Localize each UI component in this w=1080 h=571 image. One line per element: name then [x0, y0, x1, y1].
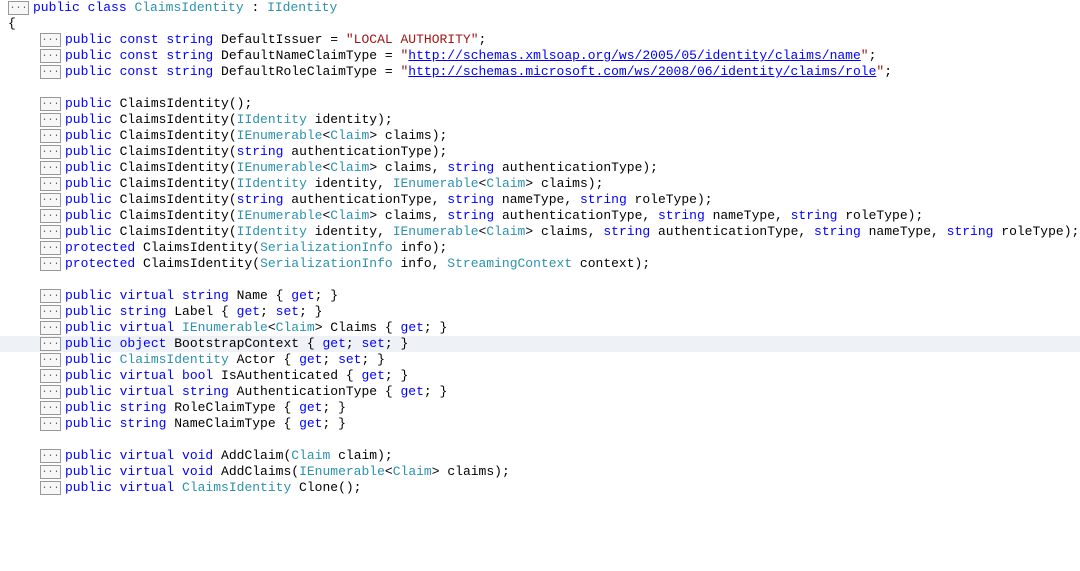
code-line: public const string DefaultRoleClaimType… [0, 64, 1080, 80]
code-line: public ClaimsIdentity(string authenticat… [0, 144, 1080, 160]
code-line: public object BootstrapContext { get; se… [0, 336, 1080, 352]
fold-toggle[interactable] [40, 337, 61, 351]
code-line: public virtual bool IsAuthenticated { ge… [0, 368, 1080, 384]
code-line: public string RoleClaimType { get; } [0, 400, 1080, 416]
code-line: public class ClaimsIdentity : IIdentity [0, 0, 1080, 16]
fold-toggle[interactable] [40, 177, 61, 191]
code-line: protected ClaimsIdentity(SerializationIn… [0, 240, 1080, 256]
fold-toggle[interactable] [40, 209, 61, 223]
fold-toggle[interactable] [40, 321, 61, 335]
fold-toggle[interactable] [40, 97, 61, 111]
code-line: public ClaimsIdentity(IIdentity identity… [0, 112, 1080, 128]
code-line: public ClaimsIdentity(string authenticat… [0, 192, 1080, 208]
blank-line [0, 432, 1080, 448]
code-line: public virtual void AddClaim(Claim claim… [0, 448, 1080, 464]
fold-toggle[interactable] [8, 1, 29, 15]
code-line: public virtual ClaimsIdentity Clone(); [0, 480, 1080, 496]
fold-toggle[interactable] [40, 401, 61, 415]
fold-toggle[interactable] [40, 449, 61, 463]
fold-toggle[interactable] [40, 465, 61, 479]
fold-toggle[interactable] [40, 241, 61, 255]
fold-toggle[interactable] [40, 305, 61, 319]
code-line: public ClaimsIdentity(IEnumerable<Claim>… [0, 160, 1080, 176]
fold-toggle[interactable] [40, 481, 61, 495]
code-line: public virtual string Name { get; } [0, 288, 1080, 304]
code-line: public ClaimsIdentity(IIdentity identity… [0, 176, 1080, 192]
code-line: public const string DefaultIssuer = "LOC… [0, 32, 1080, 48]
code-line: public virtual IEnumerable<Claim> Claims… [0, 320, 1080, 336]
fold-toggle[interactable] [40, 369, 61, 383]
fold-toggle[interactable] [40, 193, 61, 207]
code-line: public virtual void AddClaims(IEnumerabl… [0, 464, 1080, 480]
fold-toggle[interactable] [40, 161, 61, 175]
code-line: public string NameClaimType { get; } [0, 416, 1080, 432]
fold-toggle[interactable] [40, 417, 61, 431]
fold-toggle[interactable] [40, 49, 61, 63]
blank-line [0, 80, 1080, 96]
fold-toggle[interactable] [40, 225, 61, 239]
brace-open: { [0, 16, 1080, 32]
url-link[interactable]: http://schemas.xmlsoap.org/ws/2005/05/id… [408, 48, 860, 63]
code-line: public ClaimsIdentity Actor { get; set; … [0, 352, 1080, 368]
fold-toggle[interactable] [40, 129, 61, 143]
fold-toggle[interactable] [40, 353, 61, 367]
fold-toggle[interactable] [40, 113, 61, 127]
code-line: public ClaimsIdentity(); [0, 96, 1080, 112]
blank-line [0, 272, 1080, 288]
code-line: public ClaimsIdentity(IEnumerable<Claim>… [0, 128, 1080, 144]
code-line: protected ClaimsIdentity(SerializationIn… [0, 256, 1080, 272]
fold-toggle[interactable] [40, 33, 61, 47]
fold-toggle[interactable] [40, 257, 61, 271]
code-line: public ClaimsIdentity(IIdentity identity… [0, 224, 1080, 240]
fold-toggle[interactable] [40, 385, 61, 399]
fold-toggle[interactable] [40, 65, 61, 79]
fold-toggle[interactable] [40, 289, 61, 303]
code-line: public virtual string AuthenticationType… [0, 384, 1080, 400]
fold-toggle[interactable] [40, 145, 61, 159]
code-line: public const string DefaultNameClaimType… [0, 48, 1080, 64]
code-line: public string Label { get; set; } [0, 304, 1080, 320]
code-line: public ClaimsIdentity(IEnumerable<Claim>… [0, 208, 1080, 224]
url-link[interactable]: http://schemas.microsoft.com/ws/2008/06/… [408, 64, 876, 79]
